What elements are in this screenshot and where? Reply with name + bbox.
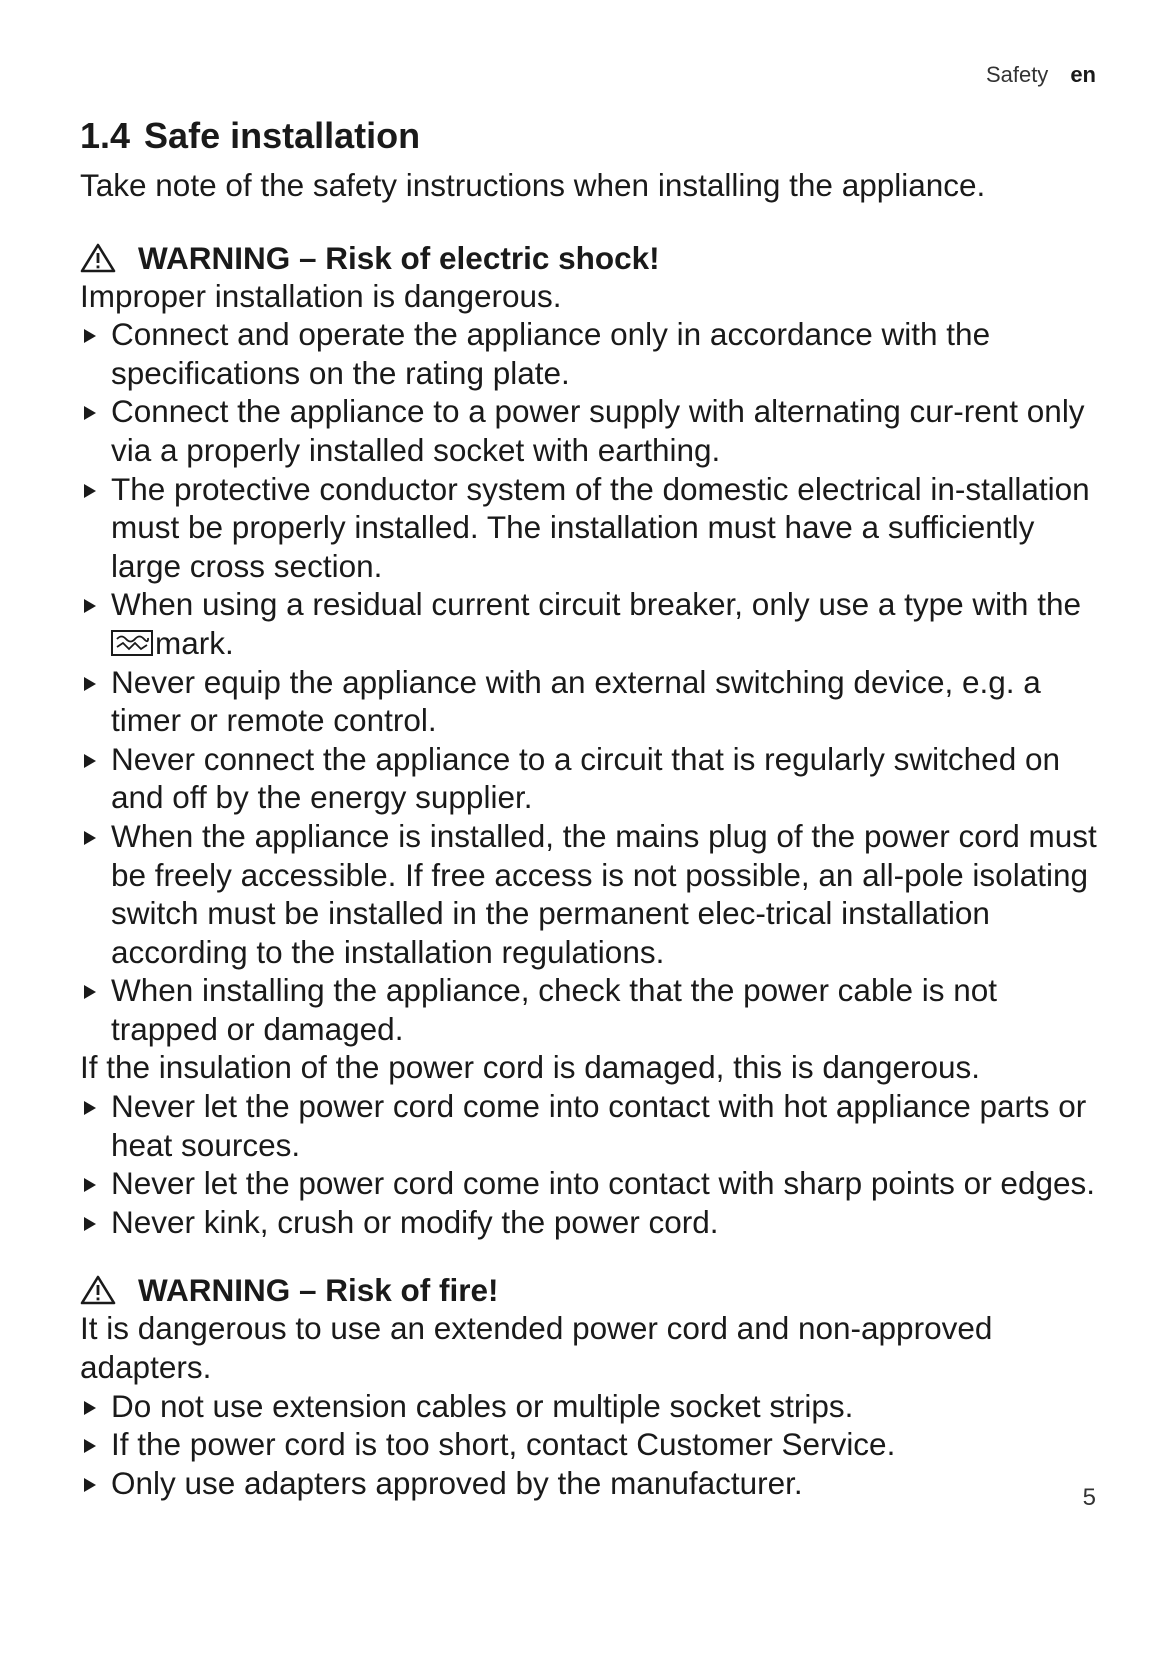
list-item: Connect and operate the appliance only i… xyxy=(80,315,1100,392)
page-number: 5 xyxy=(1082,1484,1096,1511)
warning-title: WARNING – Risk of fire! xyxy=(80,1271,1100,1309)
bullet-arrow-icon xyxy=(84,329,96,344)
running-header: Safety en xyxy=(986,62,1096,88)
section-number: 1.4 xyxy=(80,115,131,156)
bullet-arrow-icon xyxy=(84,1178,96,1193)
warning-title-text: WARNING – Risk of electric shock! xyxy=(138,239,660,276)
warning-title: WARNING – Risk of electric shock! xyxy=(80,239,1100,277)
bullet-arrow-icon xyxy=(84,483,96,498)
bullet-arrow-icon xyxy=(84,1101,96,1116)
list-item: When installing the appliance, check tha… xyxy=(80,971,1100,1048)
warning-lead: Improper installation is dangerous. xyxy=(80,277,562,314)
list-item: Do not use extension cables or multiple … xyxy=(80,1387,1100,1426)
header-language: en xyxy=(1070,62,1096,87)
list-item: Never connect the appliance to a circuit… xyxy=(80,740,1100,817)
bullet-arrow-icon xyxy=(84,1439,96,1454)
list-item: Only use adapters approved by the manufa… xyxy=(80,1464,1100,1503)
list-item: Never kink, crush or modify the power co… xyxy=(80,1203,1100,1242)
list-item: If the power cord is too short, contact … xyxy=(80,1425,1100,1464)
bullet-arrow-icon xyxy=(84,985,96,1000)
warning-lead: It is dangerous to use an extended power… xyxy=(80,1310,993,1386)
list-item-rcd: When using a residual current circuit br… xyxy=(80,585,1100,662)
page-content: 1.4 Safe installation Take note of the sa… xyxy=(80,112,1100,1502)
warning-triangle-icon xyxy=(80,243,116,272)
bullet-arrow-icon xyxy=(84,753,96,768)
list-item: When the appliance is installed, the mai… xyxy=(80,817,1100,971)
bullet-arrow-icon xyxy=(84,1400,96,1415)
warning-electric-shock: WARNING – Risk of electric shock! Improp… xyxy=(80,239,1100,1242)
list-item: Never let the power cord come into conta… xyxy=(80,1164,1100,1203)
warning-triangle-icon xyxy=(80,1276,116,1305)
warning-title-text: WARNING – Risk of fire! xyxy=(138,1272,499,1309)
header-section: Safety xyxy=(985,62,1049,87)
bullet-arrow-icon xyxy=(84,1216,96,1231)
warning-fire: WARNING – Risk of fire! It is dangerous … xyxy=(80,1271,1100,1502)
section-heading: 1.4 Safe installation xyxy=(80,112,1100,160)
list-item: Connect the appliance to a power supply … xyxy=(80,392,1100,469)
rcd-type-mark-icon xyxy=(111,629,153,656)
list-item: The protective conductor system of the d… xyxy=(80,470,1100,586)
list-item: Never equip the appliance with an extern… xyxy=(80,663,1100,740)
list-item: Never let the power cord come into conta… xyxy=(80,1087,1100,1164)
bullet-arrow-icon xyxy=(84,1477,96,1492)
bullet-arrow-icon xyxy=(84,830,96,845)
warning-lead-2: If the insulation of the power cord is d… xyxy=(80,1049,981,1086)
intro-text: Take note of the safety instructions whe… xyxy=(80,167,986,203)
bullet-arrow-icon xyxy=(84,676,96,691)
bullet-arrow-icon xyxy=(84,599,96,614)
bullet-arrow-icon xyxy=(84,406,96,421)
section-title: Safe installation xyxy=(144,115,421,156)
